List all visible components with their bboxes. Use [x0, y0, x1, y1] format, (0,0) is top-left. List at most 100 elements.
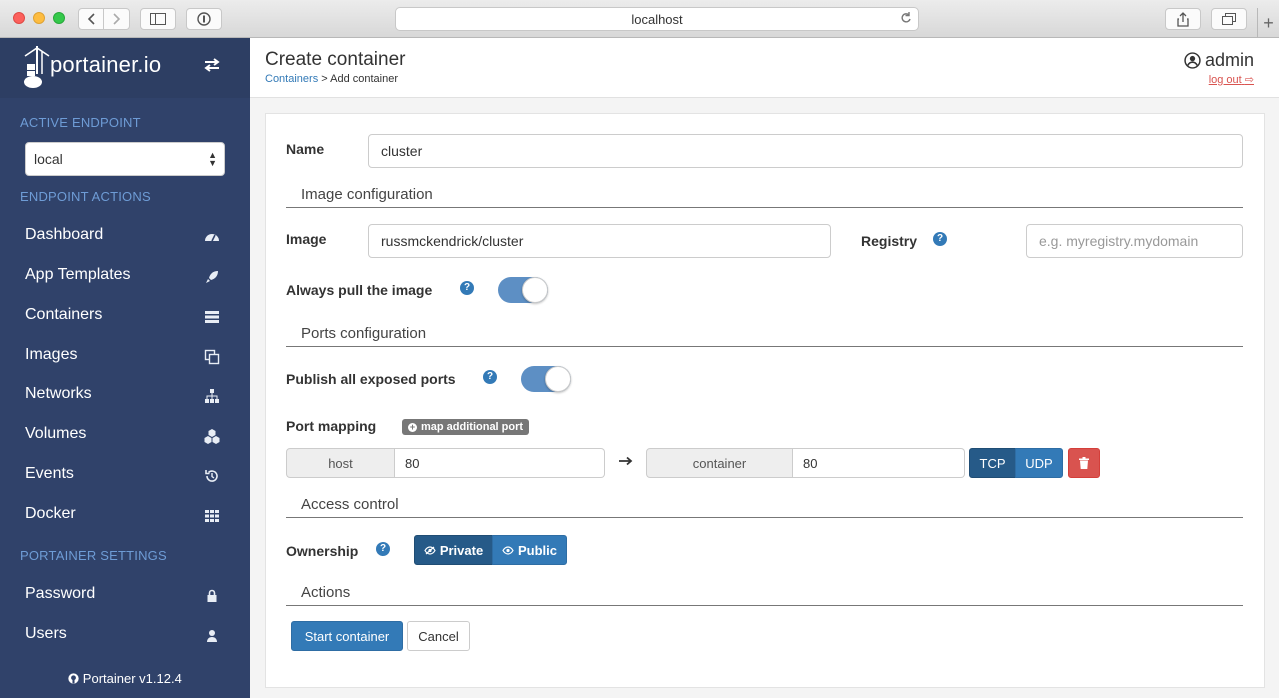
- host-port-input[interactable]: 80: [395, 448, 605, 478]
- logout-link[interactable]: log out ⇨: [1209, 73, 1254, 86]
- chevron-right-icon: [112, 13, 120, 25]
- reload-icon[interactable]: [900, 11, 912, 28]
- cubes-icon: [204, 429, 220, 444]
- trash-icon: [1079, 457, 1089, 469]
- publish-all-toggle[interactable]: [521, 366, 571, 392]
- plus-circle-icon: +: [408, 421, 417, 432]
- clone-icon: [204, 349, 220, 365]
- sidebar: portainer.io ACTIVE ENDPOINT local ▲ ▼ EN…: [0, 38, 250, 698]
- image-input[interactable]: russmckendrick/cluster: [368, 224, 831, 258]
- lock-icon: [207, 589, 217, 602]
- registry-help-icon[interactable]: ?: [933, 232, 947, 246]
- host-addon: host: [286, 448, 395, 478]
- private-label: Private: [439, 542, 484, 558]
- toggle-knob: [522, 277, 548, 303]
- breadcrumb: Containers > Add container: [265, 73, 398, 85]
- registry-input[interactable]: e.g. myregistry.mydomain: [1026, 224, 1243, 258]
- name-input[interactable]: cluster: [368, 134, 1243, 168]
- user-icon: [207, 630, 217, 642]
- access-control-heading: Access control: [286, 496, 1243, 518]
- remove-port-button[interactable]: [1068, 448, 1100, 478]
- sidebar-item-images[interactable]: Images: [0, 336, 250, 376]
- host-port-value: 80: [405, 455, 420, 471]
- tabs-icon: [1222, 13, 1236, 25]
- tabs-overview-button[interactable]: [1211, 8, 1247, 30]
- swap-icon[interactable]: [203, 58, 221, 75]
- sidebar-item-dashboard[interactable]: Dashboard: [0, 216, 250, 256]
- th-icon: [205, 510, 219, 522]
- always-pull-help-icon[interactable]: ?: [460, 281, 474, 295]
- address-bar[interactable]: localhost: [395, 7, 919, 31]
- publish-all-label: Publish all exposed ports: [286, 371, 456, 387]
- forward-button[interactable]: [104, 8, 130, 30]
- registry-placeholder: e.g. myregistry.mydomain: [1039, 233, 1199, 249]
- close-window-button[interactable]: [13, 12, 25, 24]
- actions-heading: Actions: [286, 584, 1243, 606]
- sidebar-item-volumes[interactable]: Volumes: [0, 415, 250, 455]
- name-label: Name: [286, 141, 325, 157]
- ports-configuration-heading: Ports configuration: [286, 325, 1243, 347]
- always-pull-toggle[interactable]: [498, 277, 548, 303]
- select-arrows-icon: ▲ ▼: [208, 150, 217, 168]
- arrow-right-icon: [619, 453, 633, 469]
- breadcrumb-current: > Add container: [321, 73, 399, 85]
- ownership-label: Ownership: [286, 543, 359, 559]
- sidebar-item-containers[interactable]: Containers: [0, 296, 250, 336]
- sidebar-item-app-templates[interactable]: App Templates: [0, 256, 250, 296]
- sidebar-item-label: Networks: [25, 385, 92, 402]
- page-title: Create container: [265, 49, 406, 70]
- port-mapping-label: Port mapping: [286, 418, 377, 434]
- minimize-window-button[interactable]: [33, 12, 45, 24]
- url-text: localhost: [631, 11, 683, 27]
- portainer-logo-icon[interactable]: [22, 44, 52, 90]
- start-container-button[interactable]: Start container: [291, 621, 403, 651]
- sidebar-item-password[interactable]: Password: [0, 575, 250, 615]
- sidebar-item-label: Password: [25, 585, 96, 602]
- cancel-button[interactable]: Cancel: [407, 621, 470, 651]
- browser-toolbar: localhost +: [0, 0, 1279, 38]
- brand-name[interactable]: portainer.io: [50, 52, 161, 78]
- share-icon: [1177, 11, 1189, 27]
- sidebar-item-events[interactable]: Events: [0, 455, 250, 495]
- sidebar-toggle-button[interactable]: [140, 8, 176, 30]
- share-button[interactable]: [1165, 8, 1201, 30]
- publish-all-help-icon[interactable]: ?: [483, 370, 497, 384]
- reader-button[interactable]: [186, 8, 222, 30]
- sidebar-item-label: Users: [25, 625, 67, 642]
- new-tab-button[interactable]: +: [1257, 8, 1279, 38]
- sidebar-item-label: Images: [25, 346, 78, 363]
- endpoint-select[interactable]: local ▲ ▼: [25, 142, 225, 176]
- toggle-knob: [545, 366, 571, 392]
- github-icon[interactable]: [68, 673, 79, 684]
- sidebar-item-label: Containers: [25, 306, 103, 323]
- udp-button[interactable]: UDP: [1015, 448, 1063, 478]
- breadcrumb-containers-link[interactable]: Containers: [265, 73, 318, 85]
- rocket-icon: [206, 271, 218, 283]
- sidebar-item-users[interactable]: Users: [0, 615, 250, 655]
- ownership-help-icon[interactable]: ?: [376, 542, 390, 556]
- public-button[interactable]: Public: [492, 535, 567, 565]
- sitemap-icon: [205, 389, 219, 403]
- history-icon: [205, 470, 218, 482]
- maximize-window-button[interactable]: [53, 12, 65, 24]
- portainer-settings-heading: PORTAINER SETTINGS: [20, 548, 167, 563]
- user-menu: admin: [1184, 50, 1254, 71]
- always-pull-label: Always pull the image: [286, 282, 433, 298]
- sidebar-icon: [150, 13, 166, 25]
- private-button[interactable]: Private: [414, 535, 493, 565]
- container-addon: container: [646, 448, 793, 478]
- tcp-button[interactable]: TCP: [969, 448, 1016, 478]
- username: admin: [1204, 50, 1254, 70]
- sidebar-item-docker[interactable]: Docker: [0, 495, 250, 535]
- map-additional-port-label: map additional port: [421, 421, 524, 433]
- registry-label: Registry: [861, 233, 918, 249]
- sidebar-item-label: Events: [25, 465, 74, 482]
- map-additional-port-button[interactable]: + map additional port: [402, 419, 530, 435]
- image-label: Image: [286, 231, 327, 247]
- endpoint-actions-heading: ENDPOINT ACTIONS: [20, 189, 151, 204]
- sidebar-item-networks[interactable]: Networks: [0, 375, 250, 415]
- container-port-input[interactable]: 80: [793, 448, 965, 478]
- version-footer: Portainer v1.12.4: [0, 671, 250, 686]
- brand-header: portainer.io: [0, 38, 250, 98]
- back-button[interactable]: [78, 8, 104, 30]
